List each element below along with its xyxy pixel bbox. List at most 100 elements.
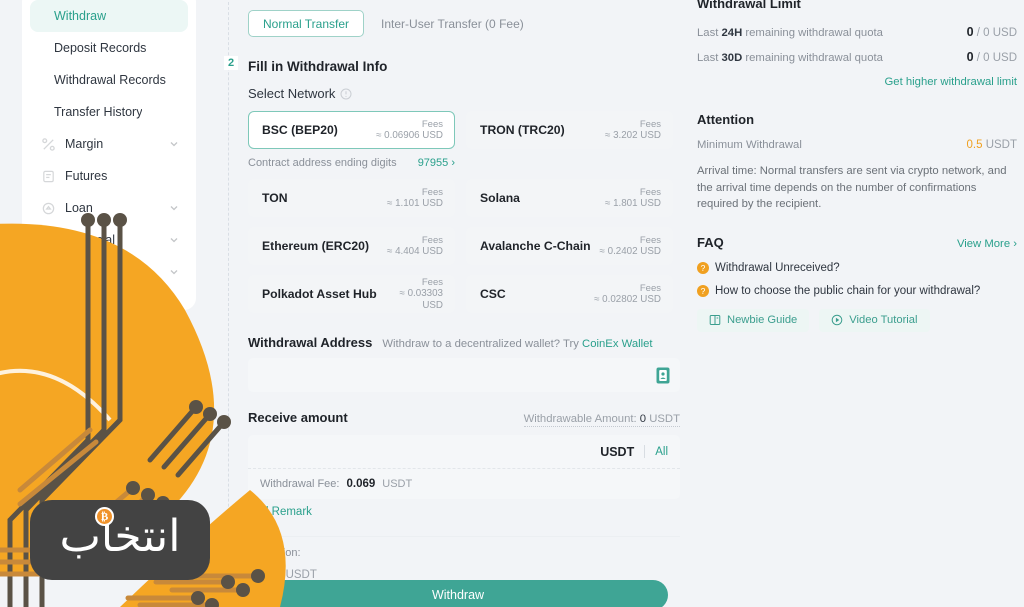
newbie-guide-button[interactable]: Newbie Guide xyxy=(697,308,810,332)
minimum-withdrawal-row: Minimum Withdrawal 0.5 USDT xyxy=(697,139,1017,151)
quota-suffix: remaining withdrawal quota xyxy=(745,27,883,39)
view-more-link[interactable]: View More › xyxy=(957,238,1017,250)
faq-section: FAQ View More › ? Withdrawal Unreceived?… xyxy=(697,235,1017,332)
sidebar-item-withdraw[interactable]: Withdraw xyxy=(30,0,188,32)
question-circle-icon: ? xyxy=(697,261,709,274)
chevron-down-icon xyxy=(168,266,180,278)
network-fee: Fees ≈ 1.101 USD xyxy=(387,187,443,210)
sidebar-item-financial[interactable]: Financial xyxy=(30,224,188,256)
info-circle-icon[interactable] xyxy=(340,88,352,100)
loan-icon xyxy=(40,200,56,216)
contract-address-row[interactable]: Contract address ending digits 97955 › xyxy=(248,157,455,169)
minimum-withdrawal-label: Minimum Withdrawal xyxy=(697,139,802,151)
all-button[interactable]: All xyxy=(655,446,668,458)
bitcoin-coin-icon: ₿ xyxy=(95,507,114,526)
transfer-mode-tabs: Normal Transfer Inter-User Transfer (0 F… xyxy=(248,10,680,37)
fees-label: Fees xyxy=(639,186,661,198)
faq-item-label: How to choose the public chain for your … xyxy=(715,284,981,297)
fees-label: Fees xyxy=(639,234,661,246)
step-number: 2 xyxy=(224,56,238,70)
fee-value: ≈ 1.101 USD xyxy=(386,197,443,209)
network-card-ethereum[interactable]: Ethereum (ERC20) Fees ≈ 4.404 USD xyxy=(248,227,455,265)
sidebar: Withdraw Deposit Records Withdrawal Reco… xyxy=(22,0,196,310)
network-name: Ethereum (ERC20) xyxy=(262,239,370,253)
chevron-down-icon xyxy=(168,138,180,150)
network-card-solana[interactable]: Solana Fees ≈ 1.801 USD xyxy=(466,179,673,217)
fee-value: ≈ 0.03303 USD xyxy=(399,288,443,311)
withdrawal-fee-value: 0.069 xyxy=(346,478,376,490)
sidebar-item-withdrawal-records[interactable]: Withdrawal Records xyxy=(30,64,188,96)
sidebar-item-deposit-records[interactable]: Deposit Records xyxy=(30,32,188,64)
quota-used: 0 xyxy=(966,50,974,64)
network-card-tron[interactable]: TRON (TRC20) Fees ≈ 3.202 USD xyxy=(466,111,673,149)
fees-label: Fees xyxy=(421,118,443,130)
quota-period: 24H xyxy=(721,27,743,39)
sidebar-item-transfer-history[interactable]: Transfer History xyxy=(30,96,188,128)
fill-withdrawal-info-title: Fill in Withdrawal Info xyxy=(248,59,388,74)
address-book-icon[interactable] xyxy=(656,367,670,384)
faq-item-1[interactable]: ? Withdrawal Unreceived? xyxy=(697,261,1017,274)
newbie-guide-label: Newbie Guide xyxy=(727,314,798,327)
decentralized-wallet-hint: Withdraw to a decentralized wallet? Try … xyxy=(382,338,652,350)
receive-amount-section: Receive amount Withdrawable Amount: 0 US… xyxy=(248,410,680,518)
fees-label: Fees xyxy=(421,186,443,198)
quota-suffix: remaining withdrawal quota xyxy=(745,52,883,64)
sidebar-item-label: Financial xyxy=(65,233,116,247)
svg-text:?: ? xyxy=(701,286,706,296)
faq-header: FAQ View More › xyxy=(697,235,1017,250)
fees-label: Fees xyxy=(639,118,661,130)
sidebar-item-futures[interactable]: Futures xyxy=(30,160,188,192)
chevron-down-icon xyxy=(168,202,180,214)
network-name: Polkadot Asset Hub xyxy=(262,287,377,301)
book-icon xyxy=(709,314,721,326)
faq-item-2[interactable]: ? How to choose the public chain for you… xyxy=(697,284,1017,297)
select-network-label: Select Network xyxy=(248,86,680,101)
sidebar-item-label: Margin xyxy=(65,137,104,151)
add-remark-link[interactable]: Add Remark xyxy=(248,506,680,518)
chevron-down-icon xyxy=(168,234,180,246)
quota-row-30d: Last 30D remaining withdrawal quota 0 / … xyxy=(697,50,1017,64)
network-card-bsc[interactable]: BSC (BEP20) Fees ≈ 0.06906 USD xyxy=(248,111,455,149)
minimum-withdrawal-value: 0.5 USDT xyxy=(966,139,1017,151)
sidebar-item-label: Withdraw xyxy=(54,9,107,23)
withdrawal-address-input[interactable] xyxy=(248,358,680,392)
withdrawal-fee-label: Withdrawal Fee: xyxy=(260,478,340,490)
attention-title: Attention xyxy=(697,112,755,127)
withdrawal-limit-title: Withdrawal Limit xyxy=(697,0,801,11)
network-fee: Fees ≈ 0.02802 USD xyxy=(594,283,661,306)
amount-input-row[interactable]: USDT All xyxy=(248,435,680,469)
arrival-time-note: Arrival time: Normal transfers are sent … xyxy=(697,165,1007,211)
network-name: TON xyxy=(262,191,288,205)
quota-prefix: Last xyxy=(697,52,719,64)
sidebar-item-margin[interactable]: Margin xyxy=(30,128,188,160)
sidebar-item-more[interactable] xyxy=(30,256,188,288)
margin-icon xyxy=(40,136,56,152)
chevron-down-icon xyxy=(168,346,180,358)
network-card-csc[interactable]: CSC Fees ≈ 0.02802 USD xyxy=(466,275,673,313)
coinex-wallet-link[interactable]: CoinEx Wallet xyxy=(582,338,653,350)
sidebar-item-loan[interactable]: Loan xyxy=(30,192,188,224)
sidebar-item-extra[interactable] xyxy=(30,336,188,368)
tab-normal-transfer[interactable]: Normal Transfer xyxy=(248,10,365,37)
network-card-avalanche[interactable]: Avalanche C-Chain Fees ≈ 0.2402 USD xyxy=(466,227,673,265)
network-name: Solana xyxy=(480,191,520,205)
receive-amount-header: Receive amount Withdrawable Amount: 0 US… xyxy=(248,410,680,427)
withdraw-submit-button[interactable]: Withdraw xyxy=(248,580,668,607)
network-name: CSC xyxy=(480,287,506,301)
sidebar-secondary-card[interactable] xyxy=(22,330,196,374)
network-fee: Fees ≈ 1.801 USD xyxy=(605,187,661,210)
network-card-ton[interactable]: TON Fees ≈ 1.101 USD xyxy=(248,179,455,217)
contract-address-value[interactable]: 97955 › xyxy=(418,157,455,169)
watermark-badge: انتخاب xyxy=(30,500,210,580)
video-tutorial-button[interactable]: Video Tutorial xyxy=(819,308,930,332)
withdrawable-unit: USDT xyxy=(649,413,680,425)
financial-icon xyxy=(40,232,56,248)
minimum-number: 0.5 xyxy=(966,139,983,151)
network-fee: Fees ≈ 3.202 USD xyxy=(605,119,661,142)
fees-label: Fees xyxy=(421,234,443,246)
get-higher-limit-link[interactable]: Get higher withdrawal limit xyxy=(697,76,1017,88)
withdrawable-amount[interactable]: Withdrawable Amount: 0 USDT xyxy=(523,413,680,427)
placeholder-icon xyxy=(40,264,56,280)
network-card-polkadot[interactable]: Polkadot Asset Hub Fees ≈ 0.03303 USD xyxy=(248,275,455,313)
tab-inter-user-transfer[interactable]: Inter-User Transfer (0 Fee) xyxy=(381,17,524,31)
